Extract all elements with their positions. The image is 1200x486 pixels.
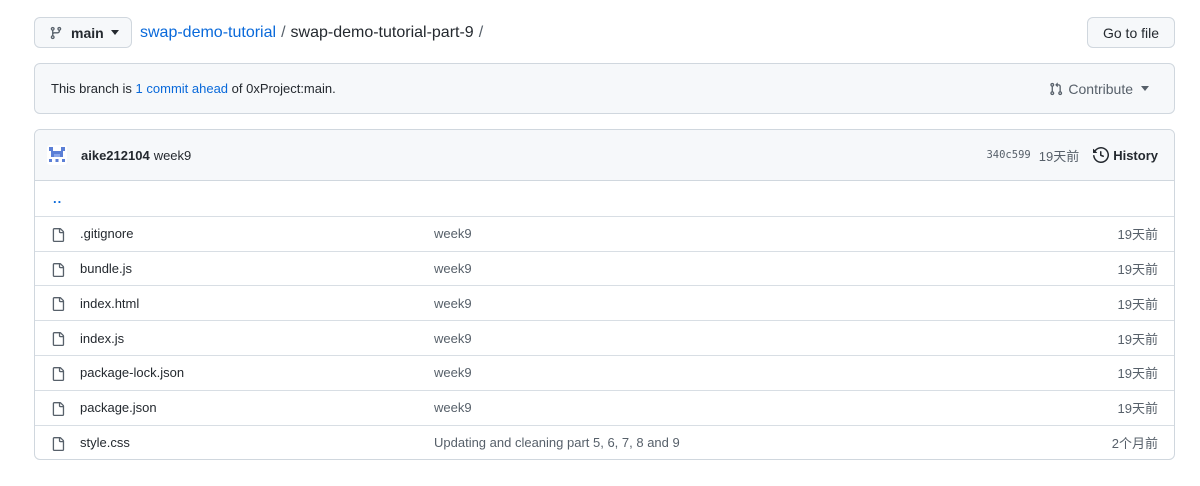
commit-message-link[interactable]: week9 (154, 148, 192, 163)
contribute-button[interactable]: Contribute (1049, 64, 1154, 113)
file-icon (52, 332, 65, 347)
file-commit-time: 19天前 (1117, 261, 1158, 277)
contribute-label: Contribute (1068, 80, 1133, 97)
file-row[interactable]: package.json week9 19天前 (35, 389, 1174, 425)
file-icon (52, 297, 65, 312)
file-icon (52, 262, 65, 277)
breadcrumb: swap-demo-tutorial / swap-demo-tutorial-… (140, 17, 488, 48)
latest-commit-bar: aike212104 week9 340c599 19天前 History (35, 130, 1174, 181)
file-commit-message-link[interactable]: week9 (434, 296, 472, 311)
file-row[interactable]: package-lock.json week9 19天前 (35, 354, 1174, 390)
file-icon (52, 401, 65, 416)
go-to-file-button[interactable]: Go to file (1087, 17, 1175, 48)
file-icon (52, 436, 65, 451)
file-commit-time: 2个月前 (1111, 435, 1158, 451)
avatar[interactable] (47, 145, 67, 165)
file-list: aike212104 week9 340c599 19天前 History ..… (34, 129, 1175, 460)
branch-info-prefix: This branch is (51, 81, 132, 96)
file-commit-message-link[interactable]: week9 (434, 331, 472, 346)
file-commit-time: 19天前 (1117, 227, 1158, 243)
breadcrumb-separator: / (281, 23, 286, 41)
file-name-link[interactable]: package-lock.json (80, 365, 184, 380)
git-branch-icon (50, 26, 62, 39)
commit-author-link[interactable]: aike212104 (81, 148, 150, 163)
parent-directory-row[interactable]: .. (35, 181, 1174, 216)
file-name-link[interactable]: bundle.js (80, 261, 132, 276)
history-link[interactable]: History (1093, 147, 1158, 163)
commit-time: 19天前 (1038, 148, 1080, 164)
file-commit-message-link[interactable]: Updating and cleaning part 5, 6, 7, 8 an… (434, 435, 680, 450)
file-commit-message-link[interactable]: week9 (434, 261, 472, 276)
breadcrumb-trailing-separator: / (478, 23, 484, 41)
file-name-link[interactable]: .gitignore (80, 226, 133, 241)
commits-ahead-link[interactable]: 1 commit ahead (136, 81, 229, 96)
breadcrumb-repo-link[interactable]: swap-demo-tutorial (140, 24, 276, 42)
caret-down-icon (110, 30, 119, 35)
file-commit-message-link[interactable]: week9 (434, 400, 472, 415)
file-commit-time: 19天前 (1117, 331, 1158, 347)
file-name-link[interactable]: style.css (80, 435, 130, 450)
file-row[interactable]: index.html week9 19天前 (35, 285, 1174, 320)
parent-directory-link[interactable]: .. (35, 191, 62, 206)
file-name-link[interactable]: index.js (80, 331, 124, 346)
git-pull-request-icon (1050, 82, 1063, 95)
file-row[interactable]: bundle.js week9 19天前 (35, 250, 1174, 286)
history-label: History (1113, 147, 1158, 163)
repo-toolbar: main swap-demo-tutorial / swap-demo-tuto… (34, 17, 1175, 48)
file-commit-time: 19天前 (1117, 366, 1158, 382)
file-commit-message-link[interactable]: week9 (434, 226, 472, 241)
branch-name: main (71, 24, 104, 41)
caret-down-icon (1141, 86, 1149, 91)
file-row[interactable]: style.css Updating and cleaning part 5, … (35, 424, 1174, 459)
breadcrumb-current-folder: swap-demo-tutorial-part-9 (290, 23, 474, 41)
file-row[interactable]: .gitignore week9 19天前 (35, 215, 1174, 251)
commit-meta: 340c599 19天前 History (986, 130, 1158, 180)
file-commit-time: 19天前 (1117, 296, 1158, 312)
file-icon (52, 366, 65, 381)
branch-select-button[interactable]: main (34, 17, 132, 48)
branch-compare-banner: This branch is 1 commit ahead of 0xProje… (34, 63, 1175, 114)
file-commit-time: 19天前 (1117, 401, 1158, 417)
file-commit-message-link[interactable]: week9 (434, 365, 472, 380)
history-icon (1093, 147, 1110, 163)
file-icon (52, 227, 65, 242)
branch-info-suffix: of 0xProject:main. (231, 81, 336, 96)
file-name-link[interactable]: package.json (80, 400, 157, 415)
file-row[interactable]: index.js week9 19天前 (35, 320, 1174, 355)
commit-sha-link[interactable]: 340c599 (986, 149, 1030, 161)
file-name-link[interactable]: index.html (80, 296, 139, 311)
